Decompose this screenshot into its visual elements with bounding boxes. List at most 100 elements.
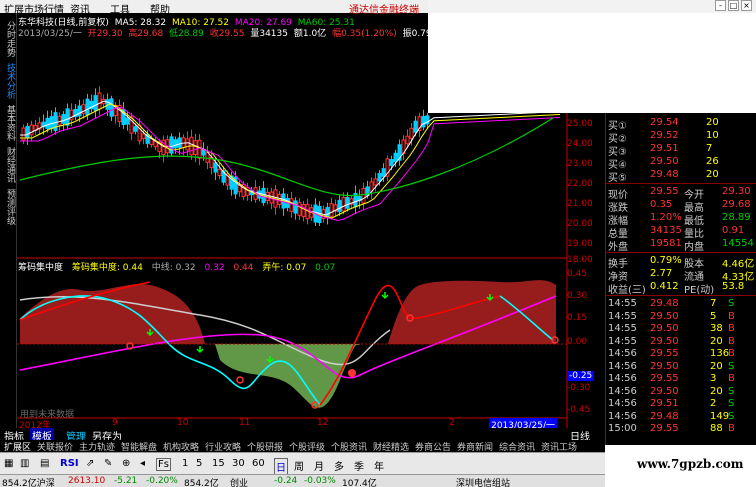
period-1[interactable]: 1 [182,458,188,469]
date-tick: 12 [317,418,329,428]
quote-row: 涨跌 0.35 最高 29.68 [608,199,751,214]
indicator-kaiwu: 弄午: 0.07 [262,263,307,273]
ind-tick: -0.30 [567,383,591,393]
indicator-mid: 中线: 0.32 [151,263,196,273]
status-server: 深圳电信组站 [456,479,511,487]
tab-intraday[interactable]: 分时走势 [2,21,15,57]
tab-technical[interactable]: 技术分析 [2,63,15,99]
bid-row: 买④ 29.50 26 [606,156,756,171]
menu-item-tools[interactable]: 工具 [110,1,130,16]
indicator-v3: 0.07 [315,263,336,273]
status-cy-amt: 107.4亿 [342,479,377,487]
bid-vol: 20 [706,169,719,180]
status-cy-chg: -0.24 [274,476,298,486]
left-icon[interactable]: ◂ [140,458,145,469]
close-button[interactable]: × [741,0,752,11]
period-multi[interactable]: 多 [334,458,344,473]
ind-tick: 0.00 [567,337,588,347]
bar-change: 幅0.35(1.20%) [332,29,397,39]
period-quarter[interactable]: 季 [354,458,364,473]
price-tick: 21.00 [567,199,593,209]
trend-icon[interactable]: ⇗ [86,458,94,469]
period-60[interactable]: 60 [252,458,265,469]
status-sz-chg: -5.21 [114,476,138,486]
status-sz-amt: 854.2亿 [184,479,219,487]
date-tick: 2 [449,418,455,428]
bar-open: 开29.30 [87,29,123,39]
minimize-button[interactable]: - [715,0,726,11]
bid-vol: 26 [706,156,719,167]
side-tabs: 分时走势 技术分析 基本资料 财经通讯 预测评级 [0,13,17,440]
ind-tick: -0.45 [567,405,591,415]
menu-item-info[interactable]: 资讯 [70,1,90,16]
date-tick: 11 [239,418,251,428]
toolbar: ▦ ▥ ▤ RSI ⇗ ✎ ⊕ ◂ Fs 1 5 15 30 60 日 周 月 … [0,452,605,475]
bid-row: 买② 29.52 10 [606,130,756,145]
bar-low: 低28.89 [169,29,204,39]
period-5[interactable]: 5 [196,458,202,469]
bid-row: 买③ 29.51 7 [606,143,756,158]
site-url: www.7gpzb.com [637,457,744,471]
bid-price: 29.50 [650,156,679,167]
status-cy: 创业 [230,479,249,487]
candle-icon[interactable]: ▥ [20,458,29,469]
indicator-name: 筹码集中度 [18,263,64,273]
period-30[interactable]: 30 [232,458,245,469]
bar-swing: 振0.79(2.71%) [402,29,468,39]
fs-icon[interactable]: Fs [156,458,171,471]
period-month[interactable]: 月 [314,458,324,473]
tab-forecast[interactable]: 预测评级 [2,189,15,225]
bid-vol: 10 [706,130,719,141]
ind-tick: 0.15 [567,313,588,323]
maximize-button[interactable]: □ [728,0,739,11]
date-tick: 9 [112,418,118,428]
date-axis: 2012年 9 10 11 12 2 2013/03/25/一 [17,418,557,431]
status-sz-index: 2613.10 [68,476,106,486]
period-day[interactable]: 日 [274,458,288,475]
grid-icon[interactable]: ▦ [4,458,13,469]
stat-row: 净资 2.77 流通 4.33亿 [608,268,755,283]
bid-price: 29.51 [650,143,679,154]
chart-icon[interactable]: ▤ [40,458,49,469]
tab-news[interactable]: 财经通讯 [2,147,15,183]
period-week[interactable]: 周 [294,458,304,473]
menu-item-help[interactable]: 帮助 [150,1,170,16]
link-icon[interactable]: ⊕ [122,458,130,469]
stat-row: 收益(三) 0.412 PE(动) 53.8 [608,281,745,296]
price-tick: 23.00 [567,159,593,169]
bid-vol: 20 [706,117,719,128]
quote-row: 涨幅 1.20% 最低 28.89 [608,212,751,227]
template-bar: 指标 模板 管理 另存为 日线 [0,428,605,443]
bar-info: 2013/03/25/一 开29.30 高29.68 低28.89 收29.55… [18,26,470,39]
tick-row: 15:00 29.55 88 B [608,423,735,434]
price-tick: 18.00 [567,255,593,265]
period-15[interactable]: 15 [212,458,225,469]
bid-price: 29.54 [650,117,679,128]
bar-high: 高29.68 [128,29,164,39]
quote-row: 现价 29.55 今开 29.30 [608,186,751,201]
bar-volume: 量34135 [250,29,288,39]
rsi-icon[interactable]: RSI [60,458,79,469]
status-bar: 854.2亿沪深 2613.10 -5.21 -0.20% 854.2亿 创业 … [0,474,605,487]
bid-row: 买① 29.54 20 [606,117,756,132]
quote-panel: 买① 29.54 20 买② 29.52 10 买③ 29.51 7 买④ 29… [605,113,756,445]
bar-date: 2013/03/25/一 [18,29,82,39]
bid-row: 买⑤ 29.48 20 [606,169,756,184]
period-year[interactable]: 年 [374,458,384,473]
indicator-value: 筹码集中度: 0.44 [71,263,143,273]
cursor-value: -0.25 [567,371,595,381]
bar-close: 收29.55 [209,29,245,39]
price-tick: 20.00 [567,219,593,229]
indicator-v1: 0.32 [204,263,225,273]
bid-price: 29.52 [650,130,679,141]
draw-icon[interactable]: ✎ [104,458,112,469]
ind-tick: 0.45 [567,269,588,279]
price-tick: 25.00 [567,119,593,129]
date-tick: 10 [177,418,189,428]
function-tabs: 扩展区 关联报价 主力轨迹 智能解盘 机构攻略 行业攻略 个股研报 个股评级 个股资讯 财经精选券… [0,440,605,453]
price-tick: 19.00 [567,239,593,249]
brand-bar: - □ × [428,0,756,13]
tab-fundamentals[interactable]: 基本资料 [2,105,15,141]
bid-vol: 7 [706,143,713,154]
indicator-v2: 0.44 [233,263,254,273]
